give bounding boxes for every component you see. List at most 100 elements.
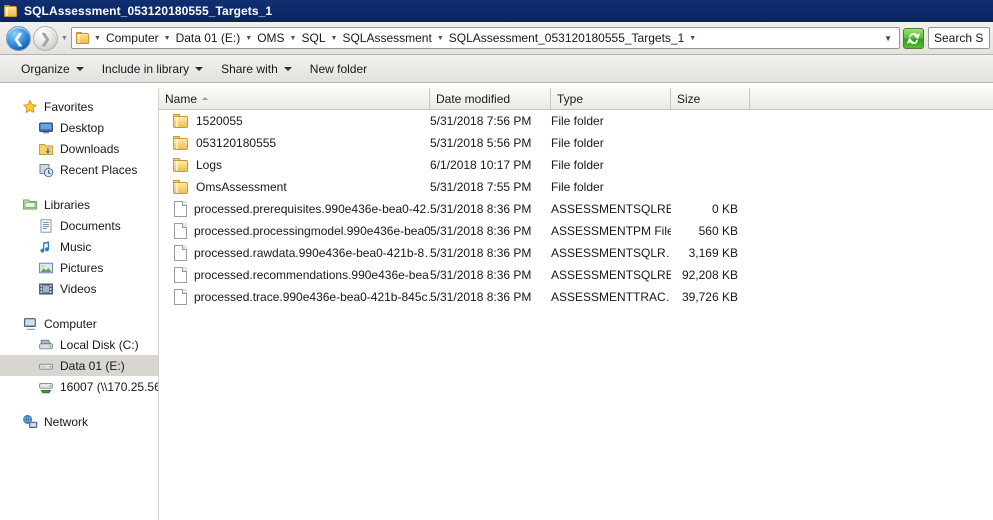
chevron-right-icon[interactable]: ▼ (162, 35, 173, 42)
nav-label: Videos (60, 281, 97, 296)
cell-size: 92,208 KB (681, 268, 738, 282)
include-in-library-button[interactable]: Include in library (93, 59, 212, 79)
chevron-right-icon[interactable]: ▼ (687, 35, 698, 42)
sidebar-item-videos[interactable]: Videos (0, 278, 158, 299)
nav-header-network[interactable]: Network (0, 411, 158, 432)
breadcrumb-item-oms[interactable]: OMS (254, 30, 287, 46)
forward-button[interactable]: ❯ (33, 25, 58, 51)
sidebar-item-music[interactable]: Music (0, 236, 158, 257)
breadcrumb-item-sql[interactable]: SQL (298, 30, 328, 46)
file-name: processed.prerequisites.990e436e-bea0-42… (194, 202, 430, 216)
cell-name[interactable]: OmsAssessment (159, 180, 430, 194)
table-row[interactable]: Logs 6/1/2018 10:17 PM File folder (159, 154, 993, 176)
table-row[interactable]: processed.prerequisites.990e436e-bea0-42… (159, 198, 993, 220)
search-input[interactable]: Search S (934, 31, 983, 45)
cell-type: File folder (551, 180, 604, 194)
sidebar-item-network-drive-16007[interactable]: 16007 (\\170.25.56.2 (0, 376, 158, 397)
breadcrumb-item-computer[interactable]: Computer (103, 30, 162, 46)
nav-header-computer[interactable]: Computer (0, 313, 158, 334)
cell-date-modified: 5/31/2018 7:56 PM (430, 114, 532, 128)
cell-date-modified: 5/31/2018 8:36 PM (430, 290, 532, 304)
nav-header-libraries[interactable]: Libraries (0, 194, 158, 215)
address-dropdown-icon[interactable]: ▼ (881, 34, 897, 43)
cell-date-modified: 6/1/2018 10:17 PM (430, 158, 532, 172)
cell-size: 0 KB (711, 202, 738, 216)
forward-arrow-icon: ❯ (40, 30, 51, 46)
table-row[interactable]: 1520055 5/31/2018 7:56 PM File folder (159, 110, 993, 132)
breadcrumb-item-data-01[interactable]: Data 01 (E:) (173, 30, 244, 46)
column-header-date-modified[interactable]: Date modified (430, 88, 551, 109)
sidebar-item-local-disk-c[interactable]: Local Disk (C:) (0, 334, 158, 355)
cell-name[interactable]: 053120180555 (159, 136, 430, 150)
recent-pages-dropdown[interactable]: ▼ (58, 26, 71, 51)
cell-size: 560 KB (698, 224, 738, 238)
column-header-type[interactable]: Type (551, 88, 671, 109)
command-bar: Organize Include in library Share with N… (0, 55, 993, 83)
libraries-icon (22, 197, 38, 213)
sidebar-item-documents[interactable]: Documents (0, 215, 158, 236)
table-row[interactable]: 053120180555 5/31/2018 5:56 PM File fold… (159, 132, 993, 154)
back-button[interactable]: ❮ (6, 25, 31, 51)
chevron-right-icon[interactable]: ▼ (329, 35, 340, 42)
table-row[interactable]: processed.trace.990e436e-bea0-421b-845c…… (159, 286, 993, 308)
nav-label: Data 01 (E:) (60, 358, 125, 373)
sidebar-item-data-01-e[interactable]: Data 01 (E:) (0, 355, 158, 376)
cell-name[interactable]: processed.processingmodel.990e436e-bea0-… (159, 223, 430, 239)
share-with-button[interactable]: Share with (212, 59, 301, 79)
computer-icon (22, 316, 38, 332)
chevron-right-icon[interactable]: ▼ (92, 35, 103, 42)
table-row[interactable]: processed.rawdata.990e436e-bea0-421b-8… … (159, 242, 993, 264)
explorer-body: Favorites Desktop Downloads Recent Place… (0, 88, 993, 520)
cell-type: File folder (551, 158, 604, 172)
folder-icon (173, 180, 189, 194)
new-folder-button[interactable]: New folder (301, 59, 376, 79)
column-label: Type (557, 91, 584, 106)
breadcrumb-item-sqlassessment[interactable]: SQLAssessment (339, 30, 434, 46)
sidebar-item-downloads[interactable]: Downloads (0, 138, 158, 159)
cell-name[interactable]: processed.trace.990e436e-bea0-421b-845c… (159, 289, 430, 305)
chevron-right-icon[interactable]: ▼ (288, 35, 299, 42)
folder-icon (4, 4, 18, 18)
navigation-pane[interactable]: Favorites Desktop Downloads Recent Place… (0, 88, 159, 520)
nav-label: Network (44, 414, 89, 429)
table-row[interactable]: processed.recommendations.990e436e-bea… … (159, 264, 993, 286)
column-header-filler (750, 88, 993, 109)
nav-header-favorites[interactable]: Favorites (0, 96, 158, 117)
back-arrow-icon: ❮ (13, 30, 24, 46)
cell-name[interactable]: Logs (159, 158, 430, 172)
nav-label: 16007 (\\170.25.56.2 (60, 379, 158, 394)
nav-label: Recent Places (60, 162, 138, 177)
chevron-down-icon (283, 66, 292, 71)
videos-icon (38, 281, 54, 297)
organize-button[interactable]: Organize (12, 59, 93, 79)
sort-ascending-icon (202, 97, 209, 100)
chevron-right-icon[interactable]: ▼ (243, 35, 254, 42)
column-label: Name (165, 91, 198, 106)
refresh-button[interactable] (903, 27, 924, 49)
breadcrumb-bar[interactable]: ▼ Computer ▼ Data 01 (E:) ▼ OMS ▼ SQL ▼ … (71, 27, 900, 49)
file-icon (174, 289, 187, 305)
nav-label: Local Disk (C:) (60, 337, 139, 352)
desktop-icon (38, 120, 54, 136)
sidebar-item-recent-places[interactable]: Recent Places (0, 159, 158, 180)
cell-date-modified: 5/31/2018 7:55 PM (430, 180, 532, 194)
cell-name[interactable]: processed.rawdata.990e436e-bea0-421b-8… (159, 245, 430, 261)
breadcrumb-item-targets[interactable]: SQLAssessment_053120180555_Targets_1 (446, 30, 688, 46)
sidebar-item-pictures[interactable]: Pictures (0, 257, 158, 278)
table-row[interactable]: processed.processingmodel.990e436e-bea0-… (159, 220, 993, 242)
table-row[interactable]: OmsAssessment 5/31/2018 7:55 PM File fol… (159, 176, 993, 198)
cell-name[interactable]: processed.recommendations.990e436e-bea… (159, 267, 430, 283)
chevron-right-icon[interactable]: ▼ (435, 35, 446, 42)
search-box[interactable]: Search S (928, 27, 990, 49)
cell-type: File folder (551, 114, 604, 128)
cell-name[interactable]: processed.prerequisites.990e436e-bea0-42… (159, 201, 430, 217)
cell-type: ASSESSMENTSQLR… (551, 246, 671, 260)
cell-date-modified: 5/31/2018 8:36 PM (430, 224, 532, 238)
cell-name[interactable]: 1520055 (159, 114, 430, 128)
column-header-name[interactable]: Name (159, 88, 430, 109)
column-label: Date modified (436, 91, 511, 106)
sidebar-item-desktop[interactable]: Desktop (0, 117, 158, 138)
column-header-size[interactable]: Size (671, 88, 750, 109)
